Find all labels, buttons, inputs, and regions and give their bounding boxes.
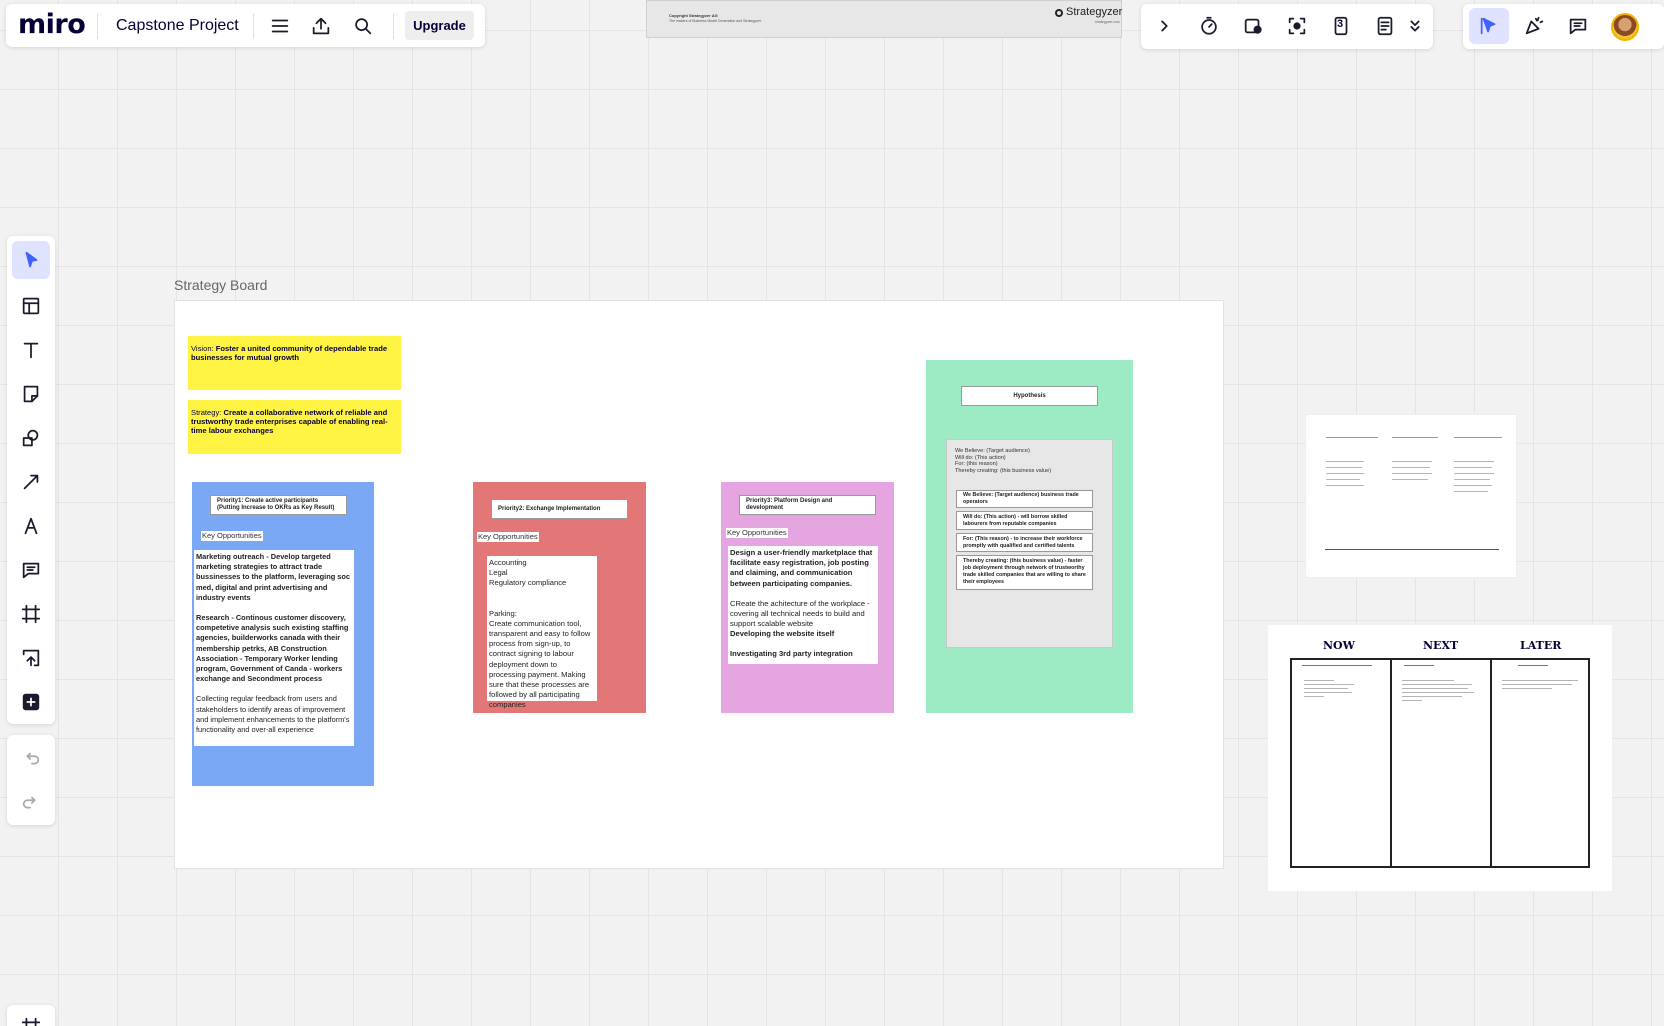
hypothesis-card[interactable]: Hypothesis We Believe: (Target audience)… <box>926 360 1133 713</box>
priority2-parking-label: Parking: <box>489 608 517 618</box>
roadmap-next-heading: NEXT <box>1423 639 1459 652</box>
priority2-tag: Key Opportunities <box>477 532 539 542</box>
strategyzer-logo-icon <box>1055 9 1063 17</box>
user-avatar[interactable] <box>1611 13 1639 41</box>
priority2-line-regulatory: Regulatory compliance <box>489 578 567 588</box>
hypothesis-row-will-do: Will do: (This action) - will borrow ski… <box>956 511 1093 530</box>
chevron-right-icon[interactable] <box>1146 8 1182 44</box>
priority3-p2: CReate the achitecture of the workplace … <box>730 598 870 629</box>
comment-tool-icon[interactable] <box>13 552 49 588</box>
roadmap-grid <box>1290 658 1590 868</box>
timer-icon[interactable] <box>1191 8 1227 44</box>
frame-title[interactable]: Strategy Board <box>174 277 267 293</box>
text-tool-icon[interactable] <box>13 332 49 368</box>
priority1-p1: Marketing outreach - Develop targeted ma… <box>196 552 351 602</box>
undo-redo-bar <box>7 735 55 825</box>
priority3-title: Priority3: Platform Design and developme… <box>739 495 876 515</box>
mini-template-image[interactable] <box>1305 414 1517 578</box>
makers-text: The makers of Business Model Generation … <box>669 19 762 23</box>
focus-icon[interactable] <box>1279 8 1315 44</box>
priority2-parking-text: Create communication tool, transparent a… <box>489 618 591 710</box>
board-tools-bar: 3 <box>1141 4 1433 49</box>
hypothesis-row-for: For: (This reason) - to increase their w… <box>956 533 1093 552</box>
select-tool-icon[interactable] <box>12 241 50 279</box>
top-app-bar: miro Capstone Project Upgrade <box>6 4 485 47</box>
templates-icon[interactable] <box>13 288 49 324</box>
strategyzer-brand: Strategyzer <box>1066 6 1123 18</box>
roadmap-now-heading: NOW <box>1323 639 1355 652</box>
priority2-line-accounting: Accounting <box>489 558 527 567</box>
hypothesis-row-creating: Thereby creating: (this business value) … <box>956 555 1093 590</box>
upload-icon[interactable] <box>13 640 49 676</box>
sticky-note-icon[interactable] <box>13 376 49 412</box>
priority3-text: Design a user-friendly marketplace that … <box>728 546 878 664</box>
priority1-p2: Research - Continous customer discovery,… <box>196 613 349 684</box>
priority3-card[interactable]: Priority3: Platform Design and developme… <box>721 482 894 713</box>
strategy-label: Strategy: <box>191 408 222 417</box>
celebrate-icon[interactable] <box>1516 8 1552 44</box>
priority2-title: Priority2: Exchange Implementation <box>491 499 628 519</box>
vision-sticky[interactable]: Vision: Foster a united community of dep… <box>188 336 401 390</box>
priority2-card[interactable]: Priority2: Exchange Implementation Key O… <box>473 482 646 713</box>
hypothesis-row-believe: We Believe: (Target audience) business t… <box>956 490 1093 508</box>
shapes-icon[interactable] <box>13 420 49 456</box>
priority3-p4: Investigating 3rd party integration <box>730 648 853 658</box>
comment-icon[interactable] <box>1560 8 1596 44</box>
strategy-sticky[interactable]: Strategy: Create a collaborative network… <box>188 400 401 454</box>
bottom-frames-bar <box>7 1005 55 1026</box>
priority1-tag: Key Opportunities <box>201 531 263 541</box>
voting-icon[interactable] <box>1235 8 1271 44</box>
hypothesis-template: We Believe: (Target audience) Will do: (… <box>955 448 1051 474</box>
hypothesis-title: Hypothesis <box>961 386 1098 406</box>
calendar-icon[interactable]: 3 <box>1323 8 1359 44</box>
undo-icon[interactable] <box>13 741 49 777</box>
priority1-card[interactable]: Priority1: Create active participants (P… <box>192 482 374 786</box>
upgrade-button[interactable]: Upgrade <box>405 11 474 40</box>
redo-icon[interactable] <box>13 785 49 821</box>
cursor-follow-icon[interactable] <box>1469 8 1509 44</box>
roadmap-image[interactable]: NOW NEXT LATER <box>1268 625 1612 891</box>
vision-text: Foster a united community of dependable … <box>191 344 388 362</box>
upgrade-label: Upgrade <box>413 18 466 33</box>
frame-icon[interactable] <box>13 596 49 632</box>
priority2-text: Accounting Legal Regulatory compliance P… <box>487 556 597 709</box>
collaboration-bar <box>1463 4 1664 49</box>
priority3-p3: Developing the website itself <box>730 629 835 639</box>
priority3-tag: Key Opportunities <box>726 528 788 538</box>
pen-icon[interactable] <box>13 508 49 544</box>
priority2-line-legal: Legal <box>489 568 508 578</box>
vision-label: Vision: <box>191 344 214 353</box>
search-icon[interactable] <box>345 8 381 44</box>
priority1-text: Marketing outreach - Develop targeted ma… <box>194 550 354 746</box>
more-apps-icon[interactable] <box>13 684 49 720</box>
menu-icon[interactable] <box>262 8 298 44</box>
strategyzer-sub: strategyzer.com <box>1095 20 1120 24</box>
export-icon[interactable] <box>303 8 339 44</box>
connection-line-icon[interactable] <box>13 464 49 500</box>
chevron-double-down-icon[interactable] <box>1397 8 1433 44</box>
left-toolbar <box>7 236 55 724</box>
frames-panel-icon[interactable] <box>13 1009 49 1026</box>
priority1-title: Priority1: Create active participants (P… <box>210 495 347 515</box>
miro-logo[interactable]: miro <box>18 9 86 40</box>
roadmap-later-heading: LATER <box>1520 639 1562 652</box>
calendar-number: 3 <box>1337 18 1344 30</box>
strategyzer-image[interactable]: Copyright Strategyzer AG The makers of B… <box>646 0 1122 38</box>
template-line-creating: Thereby creating: (this business value) <box>955 467 1052 474</box>
board-name[interactable]: Capstone Project <box>116 17 239 35</box>
copyright-text: Copyright Strategyzer AG <box>669 13 718 18</box>
hypothesis-inner-box: We Believe: (Target audience) Will do: (… <box>946 439 1113 648</box>
priority1-p3: Collecting regular feedback from users a… <box>196 694 350 735</box>
priority3-p1: Design a user-friendly marketplace that … <box>730 548 873 588</box>
strategy-text: Create a collaborative network of reliab… <box>191 408 388 435</box>
